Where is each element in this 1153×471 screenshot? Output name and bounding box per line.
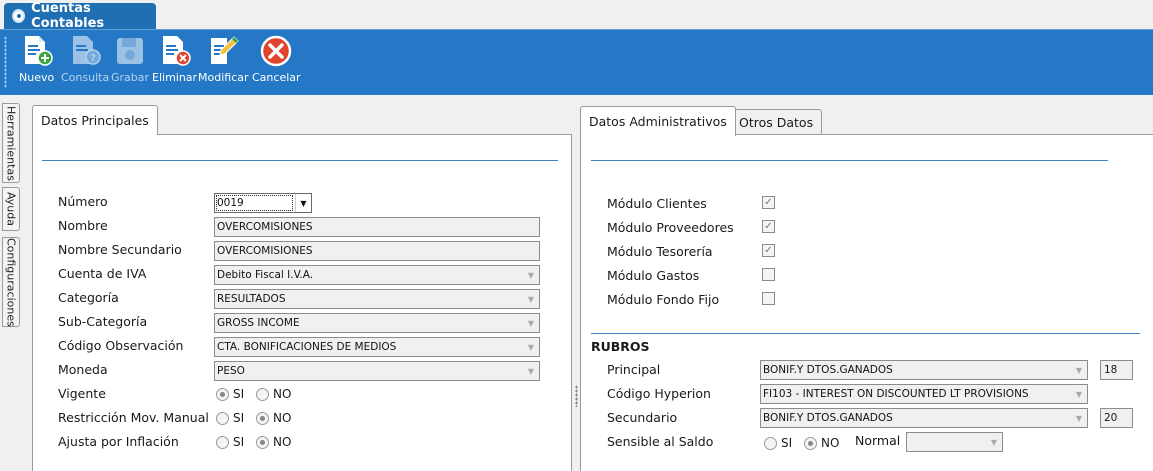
- app-icon: [12, 9, 26, 23]
- save-disk-icon: [113, 34, 147, 68]
- modulo-tesoreria-label: Módulo Tesorería: [607, 244, 713, 259]
- vigente-label: Vigente: [58, 386, 106, 401]
- secundario-select[interactable]: BONIF.Y DTOS.GANADOS ▼: [760, 408, 1088, 428]
- chevron-down-icon[interactable]: ▼: [523, 362, 539, 380]
- cuenta-iva-select[interactable]: Debito Fiscal I.V.A. ▼: [214, 265, 540, 285]
- modificar-button[interactable]: Modificar: [198, 34, 249, 92]
- numero-label: Número: [58, 194, 108, 209]
- rubros-divider: [591, 333, 1140, 334]
- restriccion-label: Restricción Mov. Manual: [58, 410, 209, 425]
- toolbar-grip[interactable]: [4, 36, 7, 88]
- chevron-down-icon[interactable]: ▼: [523, 266, 539, 284]
- modulo-proveedores-label: Módulo Proveedores: [607, 220, 734, 235]
- modulo-gastos-label: Módulo Gastos: [607, 268, 700, 283]
- modulo-tesoreria-checkbox[interactable]: ✓: [762, 244, 775, 257]
- document-delete-icon: [158, 34, 192, 68]
- side-tabs: Herramientas Ayuda Configuraciones: [0, 95, 22, 471]
- window-title: Cuentas Contables: [31, 1, 105, 31]
- tab-otros-datos[interactable]: Otros Datos: [730, 109, 823, 134]
- numero-combo[interactable]: 0019 ▼: [214, 193, 312, 213]
- nuevo-button[interactable]: Nuevo: [19, 34, 54, 92]
- modulo-clientes-checkbox[interactable]: ✓: [762, 196, 775, 209]
- side-tab-configuraciones[interactable]: Configuraciones: [2, 237, 20, 327]
- codigo-hyperion-label: Código Hyperion: [607, 386, 711, 401]
- restriccion-no-radio[interactable]: NO: [256, 411, 291, 425]
- restriccion-si-radio[interactable]: SI: [216, 411, 244, 425]
- categoria-select[interactable]: RESULTADOS ▼: [214, 289, 540, 309]
- chevron-down-icon[interactable]: ▼: [1071, 385, 1087, 403]
- modulo-gastos-checkbox[interactable]: [762, 268, 775, 281]
- consulta-label: Consulta: [61, 71, 110, 84]
- normal-select[interactable]: ▼: [906, 432, 1003, 452]
- svg-text:?: ?: [90, 53, 96, 64]
- chevron-down-icon[interactable]: ▼: [523, 314, 539, 332]
- modulo-clientes-label: Módulo Clientes: [607, 196, 707, 211]
- rubros-heading: RUBROS: [591, 339, 650, 354]
- secundario-number[interactable]: 20: [1100, 408, 1133, 428]
- sensible-no-radio[interactable]: NO: [804, 436, 839, 450]
- sensible-saldo-label: Sensible al Saldo: [607, 434, 714, 449]
- chevron-down-icon[interactable]: ▼: [986, 433, 1002, 451]
- sensible-si-radio[interactable]: SI: [764, 436, 792, 450]
- document-query-icon: ?: [68, 34, 102, 68]
- left-panel: Datos Principales Número Nombre Nombre S…: [22, 95, 575, 471]
- document-add-icon: [20, 34, 54, 68]
- ajusta-si-radio[interactable]: SI: [216, 435, 244, 449]
- modulo-fondo-fijo-checkbox[interactable]: [762, 292, 775, 305]
- cancelar-button[interactable]: Cancelar: [252, 34, 301, 92]
- normal-label: Normal: [855, 433, 901, 448]
- vigente-si-radio[interactable]: SI: [216, 387, 244, 401]
- eliminar-label: Eliminar: [152, 71, 198, 84]
- modulo-fondo-fijo-label: Módulo Fondo Fijo: [607, 292, 720, 307]
- side-tab-ayuda[interactable]: Ayuda: [2, 187, 20, 231]
- nombre-secundario-label: Nombre Secundario: [58, 242, 182, 257]
- ajusta-inflacion-label: Ajusta por Inflación: [58, 434, 179, 449]
- chevron-down-icon[interactable]: ▼: [523, 290, 539, 308]
- principal-number[interactable]: 18: [1100, 360, 1133, 380]
- modificar-label: Modificar: [198, 71, 249, 84]
- sub-categoria-label: Sub-Categoría: [58, 314, 148, 329]
- principal-select[interactable]: BONIF.Y DTOS.GANADOS ▼: [760, 360, 1088, 380]
- nuevo-label: Nuevo: [19, 71, 55, 84]
- section-divider: [591, 160, 1108, 161]
- nombre-label: Nombre: [58, 218, 108, 233]
- tab-datos-administrativos[interactable]: Datos Administrativos: [580, 106, 736, 136]
- right-panel: Datos Administrativos Otros Datos Módulo…: [578, 95, 1153, 471]
- categoria-label: Categoría: [58, 290, 119, 305]
- cancel-icon: [259, 34, 293, 68]
- nombre-secundario-field[interactable]: OVERCOMISIONES: [214, 241, 540, 261]
- tab-datos-principales[interactable]: Datos Principales: [32, 105, 158, 135]
- moneda-label: Moneda: [58, 362, 108, 377]
- codigo-observacion-label: Código Observación: [58, 338, 184, 353]
- nombre-field[interactable]: OVERCOMISIONES: [214, 217, 540, 237]
- grabar-button[interactable]: Grabar: [111, 34, 149, 92]
- cuenta-iva-label: Cuenta de IVA: [58, 266, 147, 281]
- chevron-down-icon[interactable]: ▼: [1071, 361, 1087, 379]
- consulta-button[interactable]: ? Consulta: [61, 34, 109, 92]
- codigo-hyperion-select[interactable]: FI103 - INTEREST ON DISCOUNTED LT PROVIS…: [760, 384, 1088, 404]
- cancelar-label: Cancelar: [252, 71, 301, 84]
- ajusta-no-radio[interactable]: NO: [256, 435, 291, 449]
- toolbar: Nuevo ? Consulta Grabar Eliminar Modific…: [0, 29, 1153, 95]
- chevron-down-icon[interactable]: ▼: [295, 194, 311, 212]
- secundario-label: Secundario: [607, 410, 678, 425]
- sub-categoria-select[interactable]: GROSS INCOME ▼: [214, 313, 540, 333]
- side-tab-herramientas[interactable]: Herramientas: [2, 103, 20, 183]
- document-edit-icon: [206, 34, 240, 68]
- chevron-down-icon[interactable]: ▼: [1071, 409, 1087, 427]
- section-divider: [42, 160, 558, 161]
- modulo-proveedores-checkbox[interactable]: ✓: [762, 220, 775, 233]
- window-tab[interactable]: Cuentas Contables: [4, 1, 156, 31]
- eliminar-button[interactable]: Eliminar: [152, 34, 197, 92]
- grabar-label: Grabar: [111, 71, 150, 84]
- moneda-select[interactable]: PESO ▼: [214, 361, 540, 381]
- chevron-down-icon[interactable]: ▼: [523, 338, 539, 356]
- window-tab-strip: Cuentas Contables: [0, 0, 1153, 31]
- principal-label: Principal: [607, 362, 661, 377]
- vigente-no-radio[interactable]: NO: [256, 387, 291, 401]
- codigo-observacion-select[interactable]: CTA. BONIFICACIONES DE MEDIOS ▼: [214, 337, 540, 357]
